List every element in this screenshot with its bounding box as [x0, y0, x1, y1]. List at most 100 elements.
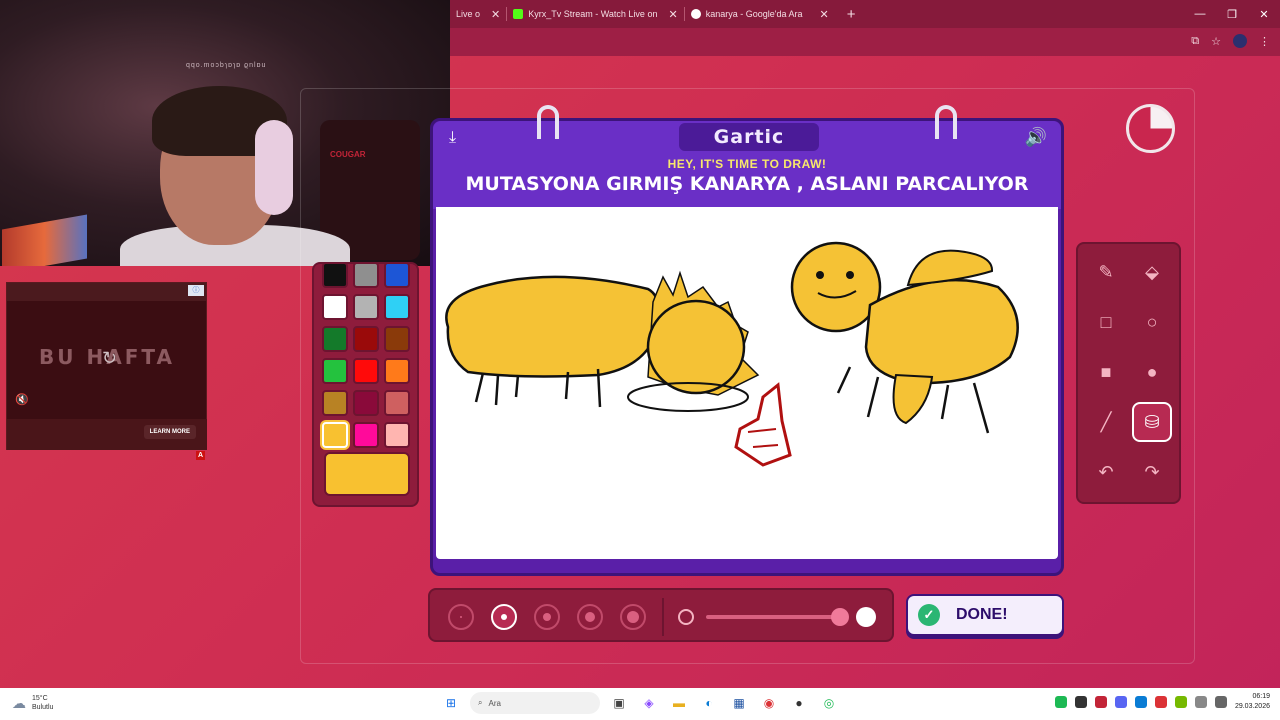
- color-swatch[interactable]: [322, 422, 348, 448]
- color-swatch[interactable]: [353, 358, 379, 384]
- color-swatch[interactable]: [384, 326, 410, 352]
- weather-widget[interactable]: ☁ 15°C Bulutlu: [12, 694, 53, 712]
- brush-size-xl[interactable]: [620, 604, 646, 630]
- taskbar-search[interactable]: ⌕ Ara: [470, 692, 600, 714]
- close-icon[interactable]: ✕: [491, 8, 500, 21]
- close-icon[interactable]: ✕: [1248, 0, 1280, 28]
- network-tray-icon[interactable]: [1134, 696, 1147, 708]
- taskbar-clock[interactable]: 06:19 29.03.2026: [1235, 692, 1270, 712]
- timer-icon: [1126, 104, 1175, 153]
- address-bar: ⧉ ☆ ⋮: [450, 28, 1280, 56]
- color-swatch[interactable]: [322, 390, 348, 416]
- translate-icon[interactable]: ⧉: [1191, 35, 1199, 48]
- color-swatch[interactable]: [322, 326, 348, 352]
- brush-settings-bar: [428, 588, 894, 642]
- ad-info-icon[interactable]: ⓘ: [188, 285, 204, 296]
- download-icon[interactable]: ⤓: [449, 129, 456, 147]
- spotify-tray-icon[interactable]: [1054, 696, 1067, 708]
- tab-1-label: Live o: [456, 9, 481, 19]
- done-button[interactable]: ✓ DONE!: [906, 594, 1064, 636]
- tab-kick-stream[interactable]: Kyrx_Tv Stream - Watch Live on ✕: [507, 0, 683, 28]
- store-icon[interactable]: ▦: [728, 692, 750, 714]
- obs-tray-icon[interactable]: [1074, 696, 1087, 708]
- brush-size-l[interactable]: [577, 604, 603, 630]
- redo-icon[interactable]: ↷: [1132, 452, 1172, 492]
- discord-tray-icon[interactable]: [1114, 696, 1127, 708]
- obs-icon[interactable]: ●: [788, 692, 810, 714]
- kick-favicon-icon: [513, 9, 524, 19]
- ad-corner-badge[interactable]: A: [196, 451, 205, 460]
- google-favicon-icon: [690, 9, 701, 19]
- opacity-slider[interactable]: [706, 615, 840, 619]
- undo-icon[interactable]: ↶: [1086, 452, 1126, 492]
- system-tray: 06:19 29.03.2026: [1054, 692, 1270, 712]
- ellipse-filled-icon[interactable]: ●: [1132, 352, 1172, 392]
- plus-icon[interactable]: +: [847, 6, 856, 23]
- clock-date: 29.03.2026: [1234, 703, 1270, 710]
- hook-right: [935, 105, 957, 139]
- drawing-board: ⤓ Gartic 🔊 HEY, IT'S TIME TO DRAW! MUTAS…: [430, 105, 1064, 576]
- close-icon[interactable]: ✕: [668, 8, 677, 21]
- file-explorer-icon[interactable]: ▬: [668, 692, 690, 714]
- windows-start-icon[interactable]: ⊞: [440, 692, 462, 714]
- close-icon[interactable]: ✕: [819, 8, 828, 21]
- color-swatch[interactable]: [322, 262, 348, 288]
- minimize-icon[interactable]: —: [1184, 0, 1216, 28]
- star-icon[interactable]: ☆: [1211, 35, 1221, 48]
- volume-icon[interactable]: 🔊: [1025, 127, 1047, 148]
- address-bar-icons: ⧉ ☆ ⋮: [1191, 34, 1270, 48]
- replay-icon[interactable]: ↻: [102, 348, 117, 369]
- pencil-icon[interactable]: ✎: [1086, 252, 1126, 292]
- current-color-preview: [324, 452, 410, 496]
- draw-hint: HEY, IT'S TIME TO DRAW!: [667, 157, 827, 171]
- color-swatch[interactable]: [322, 358, 348, 384]
- color-swatch[interactable]: [384, 422, 410, 448]
- maximize-icon[interactable]: ❐: [1216, 0, 1248, 28]
- hook-left: [537, 105, 559, 139]
- opacity-slider-handle[interactable]: [831, 608, 849, 626]
- advertisement[interactable]: ⓘ BU HAFTA ↻ 🔇 LEARN MORE: [6, 282, 207, 450]
- record-tray-icon[interactable]: [1154, 696, 1167, 708]
- profile-icon[interactable]: [1233, 34, 1247, 48]
- tab-1[interactable]: Live o ✕: [450, 0, 506, 28]
- cloud-icon: ☁: [12, 694, 26, 711]
- color-swatch[interactable]: [322, 294, 348, 320]
- speaker-icon[interactable]: [1214, 696, 1227, 708]
- learn-more-button[interactable]: LEARN MORE: [143, 425, 196, 439]
- tab-google-search[interactable]: kanarya - Google'da Ara ✕: [685, 0, 835, 28]
- color-swatch[interactable]: [353, 422, 379, 448]
- color-swatch[interactable]: [353, 326, 379, 352]
- rectangle-filled-icon[interactable]: ■: [1086, 352, 1126, 392]
- rectangle-outline-icon[interactable]: □: [1086, 302, 1126, 342]
- color-swatch[interactable]: [353, 294, 379, 320]
- chrome-icon[interactable]: ◉: [758, 692, 780, 714]
- edge-icon[interactable]: ◐: [698, 692, 720, 714]
- color-swatch[interactable]: [384, 390, 410, 416]
- canvas-drawing: [445, 241, 1019, 467]
- color-swatch[interactable]: [384, 262, 410, 288]
- drawing-canvas[interactable]: [436, 207, 1058, 559]
- color-swatch[interactable]: [353, 390, 379, 416]
- line-icon[interactable]: ╱: [1086, 402, 1126, 442]
- spotify-icon[interactable]: ◎: [818, 692, 840, 714]
- menu-icon[interactable]: ⋮: [1259, 35, 1270, 48]
- opacity-fill: [706, 615, 840, 619]
- wifi-icon[interactable]: [1194, 696, 1207, 708]
- bar-divider: [662, 598, 664, 636]
- color-swatch[interactable]: [353, 262, 379, 288]
- copilot-icon[interactable]: ◈: [638, 692, 660, 714]
- tab-2-label: Kyrx_Tv Stream - Watch Live on: [528, 9, 658, 19]
- fill-bucket-icon[interactable]: ⛁: [1132, 402, 1172, 442]
- brush-size-s[interactable]: [491, 604, 517, 630]
- task-view-icon[interactable]: ▣: [608, 692, 630, 714]
- weather-text: 15°C Bulutlu: [32, 694, 53, 712]
- app-tray-icon[interactable]: [1094, 696, 1107, 708]
- color-swatch[interactable]: [384, 294, 410, 320]
- mute-icon[interactable]: 🔇: [15, 393, 29, 406]
- ellipse-outline-icon[interactable]: ○: [1132, 302, 1172, 342]
- brush-size-m[interactable]: [534, 604, 560, 630]
- brush-size-xs[interactable]: [448, 604, 474, 630]
- color-swatch[interactable]: [384, 358, 410, 384]
- eraser-icon[interactable]: ⬙: [1132, 252, 1172, 292]
- nvidia-tray-icon[interactable]: [1174, 696, 1187, 708]
